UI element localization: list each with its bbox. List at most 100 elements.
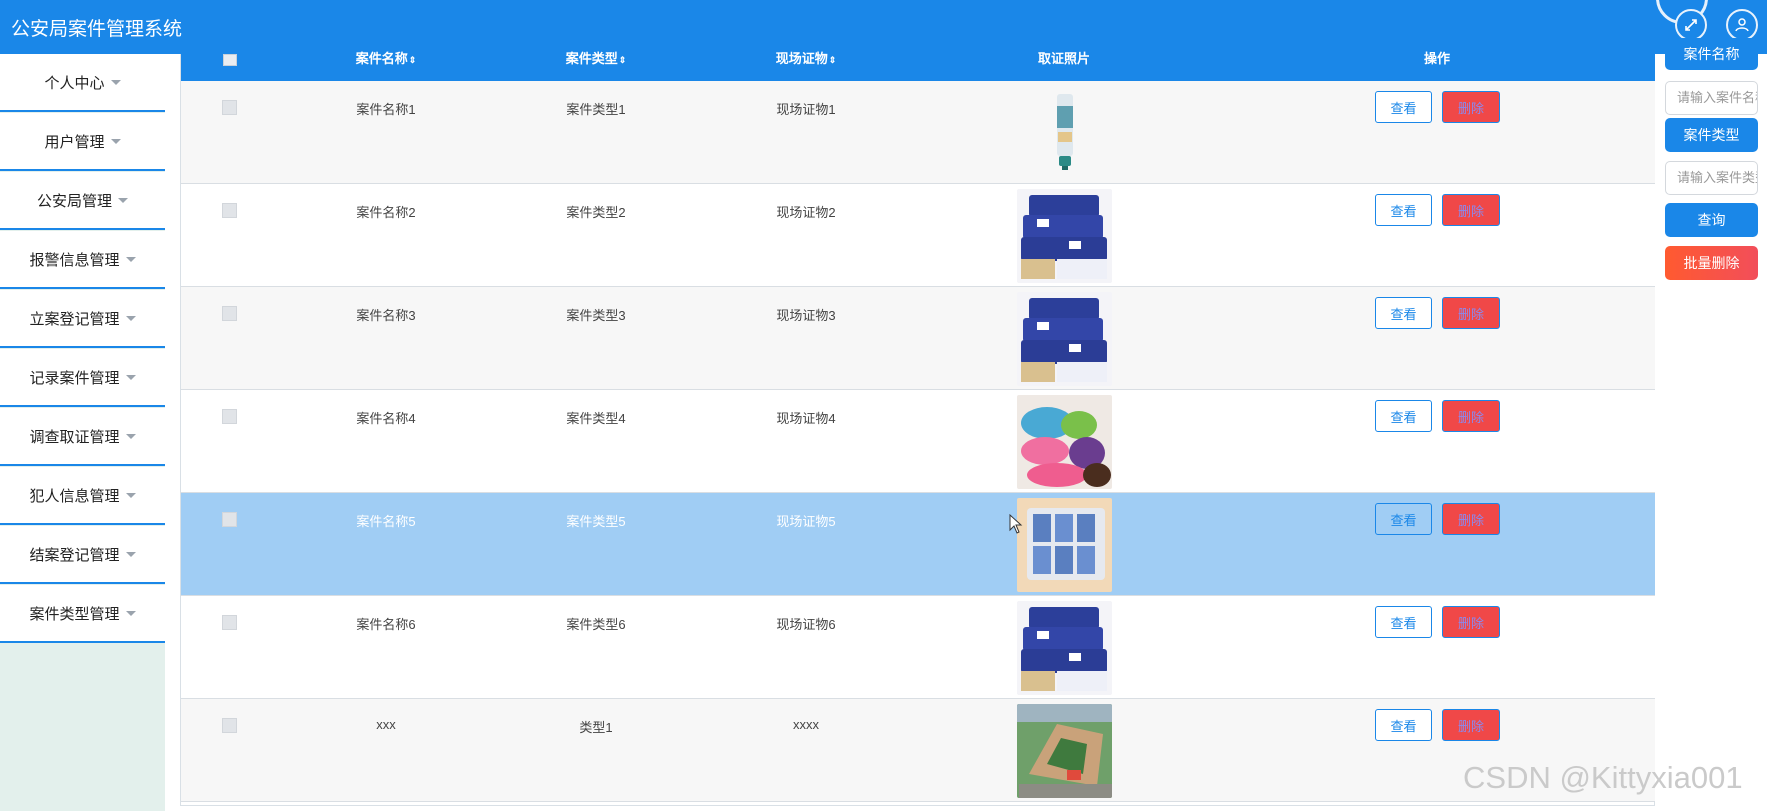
toothpaste-tube-image[interactable]: [1017, 86, 1112, 180]
case-name-label: 案件名称: [1665, 38, 1758, 70]
view-button[interactable]: 查看: [1375, 606, 1432, 638]
caret-down-icon: [125, 551, 136, 557]
table-row[interactable]: 案件名称4 案件类型4 现场证物4 查看 删除: [181, 390, 1655, 493]
caret-down-icon: [125, 256, 136, 262]
sidebar-item-label: 立案登记管理: [29, 310, 120, 328]
caret-down-icon: [125, 610, 136, 616]
view-button[interactable]: 查看: [1375, 297, 1432, 329]
evidence-cell: 现场证物4: [776, 411, 836, 426]
sidebar-item-label: 记录案件管理: [29, 369, 120, 387]
view-button[interactable]: 查看: [1375, 503, 1432, 535]
caret-down-icon: [125, 492, 136, 498]
table-row[interactable]: 案件名称2 案件类型2 现场证物2 查看 删除: [181, 184, 1655, 287]
sidebar-item-label: 犯人信息管理: [29, 487, 120, 505]
caret-down-icon: [125, 315, 136, 321]
watermark: CSDN @Kittyxia001: [1463, 760, 1743, 795]
row-checkbox[interactable]: [222, 615, 237, 630]
top-bar: 公安局案件管理系统: [0, 0, 1767, 54]
sidebar-item-personal-center[interactable]: 个人中心: [0, 54, 165, 112]
table-row[interactable]: xxx 类型1 xxxx 查看 删除: [181, 699, 1655, 802]
caret-down-icon: [125, 433, 136, 439]
case-table: 案件名称⇕ 案件类型⇕ 现场证物⇕ 取证照片 操作 案件名称1 案件类型1 现场…: [180, 51, 1655, 806]
column-header-actions: 操作: [1423, 51, 1450, 66]
select-all-checkbox[interactable]: [223, 54, 237, 66]
query-button[interactable]: 查询: [1665, 203, 1758, 237]
sidebar-item-label: 调查取证管理: [29, 428, 120, 446]
case-name-cell: xxx: [376, 717, 396, 732]
view-button[interactable]: 查看: [1375, 91, 1432, 123]
view-button[interactable]: 查看: [1375, 400, 1432, 432]
delete-button[interactable]: 删除: [1442, 503, 1500, 535]
case-name-cell: 案件名称5: [356, 514, 416, 529]
delete-button[interactable]: 删除: [1442, 606, 1500, 638]
sort-icon: ⇕: [618, 55, 627, 65]
sidebar-item-evidence[interactable]: 调查取证管理: [0, 408, 165, 466]
evidence-cell: 现场证物6: [776, 617, 836, 632]
towel-rolls-image[interactable]: [1017, 395, 1112, 489]
case-name-input[interactable]: 请输入案件名称: [1665, 81, 1758, 115]
row-checkbox[interactable]: [222, 100, 237, 115]
tissue-packs-image[interactable]: [1017, 189, 1112, 283]
case-name-cell: 案件名称6: [356, 617, 416, 632]
caret-down-icon: [118, 197, 128, 203]
case-type-cell: 类型1: [579, 720, 613, 735]
row-checkbox[interactable]: [222, 203, 237, 218]
tissue-packs-image[interactable]: [1017, 292, 1112, 386]
case-type-cell: 案件类型2: [566, 205, 626, 220]
caret-down-icon: [125, 374, 136, 380]
sidebar-item-alarm-info[interactable]: 报警信息管理: [0, 231, 165, 289]
row-checkbox[interactable]: [222, 306, 237, 321]
user-icon[interactable]: [1726, 9, 1758, 41]
sidebar-item-police-bureau[interactable]: 公安局管理: [0, 172, 165, 230]
expand-icon[interactable]: [1675, 9, 1707, 41]
batch-delete-button[interactable]: 批量删除: [1665, 246, 1758, 280]
column-header-evidence[interactable]: 现场证物⇕: [746, 52, 866, 81]
row-checkbox[interactable]: [222, 718, 237, 733]
delete-button[interactable]: 删除: [1442, 194, 1500, 226]
sidebar-item-users[interactable]: 用户管理: [0, 113, 165, 171]
case-type-input[interactable]: 请输入案件类型: [1665, 161, 1758, 195]
sidebar-item-label: 案件类型管理: [29, 605, 120, 623]
case-name-cell: 案件名称2: [356, 205, 416, 220]
delete-button[interactable]: 删除: [1442, 400, 1500, 432]
sidebar-item-criminal-info[interactable]: 犯人信息管理: [0, 467, 165, 525]
evidence-cell: 现场证物2: [776, 205, 836, 220]
case-type-label: 案件类型: [1665, 118, 1758, 152]
sidebar-item-label: 报警信息管理: [29, 251, 120, 269]
case-type-cell: 案件类型4: [566, 411, 626, 426]
column-header-type[interactable]: 案件类型⇕: [536, 52, 656, 81]
column-header-name[interactable]: 案件名称⇕: [326, 52, 446, 81]
tissue-box-image[interactable]: [1017, 498, 1112, 592]
case-type-cell: 案件类型6: [566, 617, 626, 632]
view-button[interactable]: 查看: [1375, 194, 1432, 226]
delete-button[interactable]: 删除: [1442, 709, 1500, 741]
table-row[interactable]: 案件名称5 案件类型5 现场证物5 查看 删除: [181, 493, 1655, 596]
table-row[interactable]: 案件名称3 案件类型3 现场证物3 查看 删除: [181, 287, 1655, 390]
table-row[interactable]: 案件名称1 案件类型1 现场证物1 查看 删除: [181, 81, 1655, 184]
delete-button[interactable]: 删除: [1442, 91, 1500, 123]
sidebar-item-case-records[interactable]: 记录案件管理: [0, 349, 165, 407]
column-header-photo: 取证照片: [1037, 51, 1090, 66]
sidebar: 个人中心 用户管理 公安局管理 报警信息管理 立案登记管理 记录案件管理 调查取…: [0, 54, 165, 811]
sidebar-item-case-types[interactable]: 案件类型管理: [0, 585, 165, 643]
table-header: 案件名称⇕ 案件类型⇕ 现场证物⇕ 取证照片 操作: [181, 51, 1655, 81]
sidebar-item-label: 公安局管理: [36, 192, 112, 210]
case-type-cell: 案件类型1: [566, 102, 626, 117]
sidebar-item-label: 个人中心: [44, 74, 105, 92]
building-aerial-image[interactable]: [1017, 704, 1112, 798]
evidence-cell: xxxx: [793, 717, 819, 732]
case-type-cell: 案件类型5: [566, 514, 626, 529]
row-checkbox[interactable]: [222, 512, 237, 527]
caret-down-icon: [110, 79, 121, 85]
caret-down-icon: [110, 138, 121, 144]
evidence-cell: 现场证物5: [776, 514, 836, 529]
case-type-cell: 案件类型3: [566, 308, 626, 323]
table-row[interactable]: 案件名称6 案件类型6 现场证物6 查看 删除: [181, 596, 1655, 699]
sidebar-item-case-closing[interactable]: 结案登记管理: [0, 526, 165, 584]
sort-icon: ⇕: [408, 55, 417, 65]
delete-button[interactable]: 删除: [1442, 297, 1500, 329]
view-button[interactable]: 查看: [1375, 709, 1432, 741]
tissue-packs-image[interactable]: [1017, 601, 1112, 695]
row-checkbox[interactable]: [222, 409, 237, 424]
sidebar-item-case-filing[interactable]: 立案登记管理: [0, 290, 165, 348]
